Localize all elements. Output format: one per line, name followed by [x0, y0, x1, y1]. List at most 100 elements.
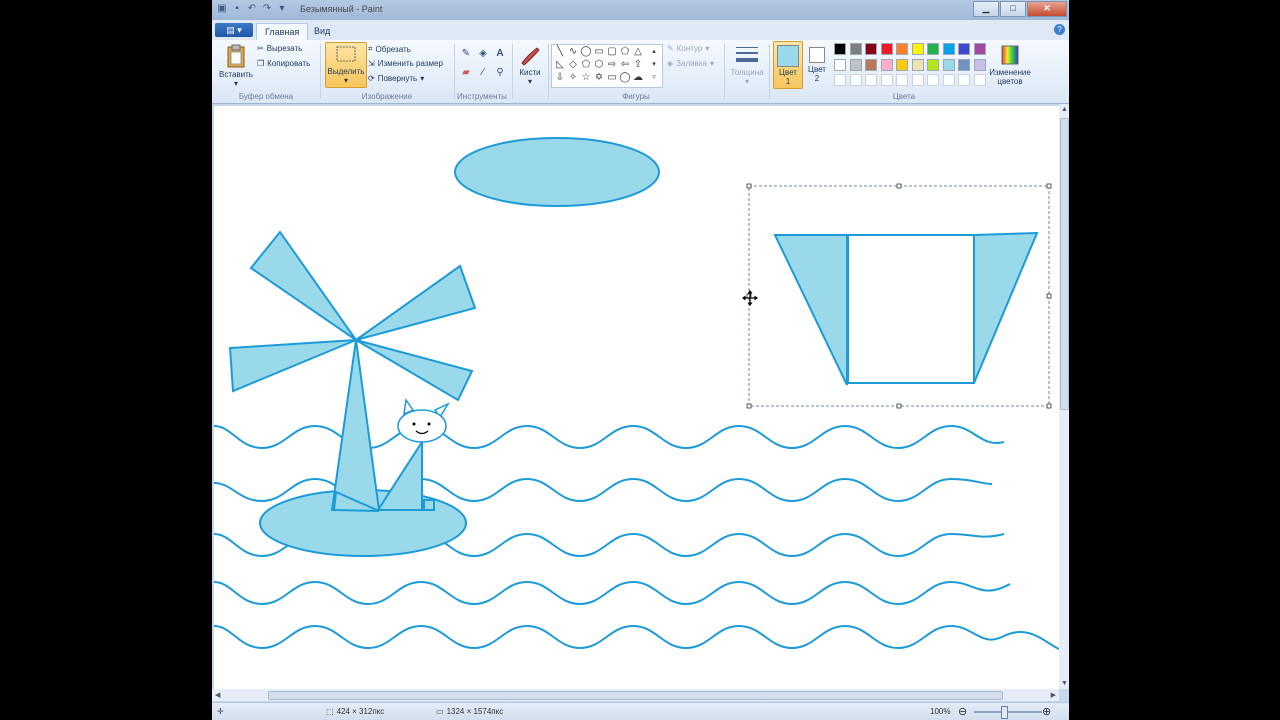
arrow-down-shape-icon[interactable]: ⇩: [554, 72, 566, 84]
rectangle-shape-icon[interactable]: ▭: [593, 46, 605, 58]
palette-swatch[interactable]: [911, 74, 924, 86]
color1-button[interactable]: Цвет 1: [773, 41, 803, 89]
palette-swatch[interactable]: [849, 43, 862, 55]
palette-swatch[interactable]: [896, 43, 908, 55]
scroll-right-arrow-icon[interactable]: ▶: [1051, 691, 1056, 699]
size-button[interactable]: Толщина ▾: [728, 44, 766, 86]
rotate-button[interactable]: ⟳ Повернуть ▾: [368, 74, 424, 83]
palette-swatch[interactable]: [911, 43, 924, 55]
palette-swatch[interactable]: [973, 43, 986, 55]
palette-swatch[interactable]: [942, 43, 955, 55]
copy-button[interactable]: ❐ Копировать: [257, 59, 310, 68]
palette-swatch[interactable]: [958, 43, 970, 55]
rounded-rectangle-shape-icon[interactable]: ▢: [606, 46, 618, 58]
outline-button[interactable]: ✎ Контур ▾: [667, 44, 709, 53]
palette-swatch[interactable]: [834, 43, 846, 55]
palette-swatch[interactable]: [865, 58, 877, 71]
star6-shape-icon[interactable]: ✡: [593, 72, 605, 84]
cloud-shape-icon[interactable]: ☁: [632, 72, 644, 84]
tab-view[interactable]: Вид: [306, 23, 338, 40]
hexagon-shape-icon[interactable]: ⬡: [593, 59, 605, 71]
pentagon-shape-icon[interactable]: ⬠: [580, 59, 592, 71]
palette-swatch[interactable]: [927, 74, 939, 86]
zoom-in-icon[interactable]: ⊕: [1042, 705, 1051, 718]
triangle-shape-icon[interactable]: △: [632, 46, 644, 58]
palette-swatch[interactable]: [942, 58, 955, 71]
palette-swatch[interactable]: [896, 74, 908, 86]
palette-swatch[interactable]: [958, 74, 970, 86]
brushes-button[interactable]: Кисти ▾: [515, 44, 545, 86]
arrow-up-shape-icon[interactable]: ⇧: [632, 59, 644, 71]
palette-swatch[interactable]: [973, 58, 986, 71]
resize-button[interactable]: ⇲ Изменить размер: [368, 59, 443, 68]
vertical-scrollbar[interactable]: ▲ ▼: [1059, 104, 1069, 689]
palette-swatch[interactable]: [911, 58, 924, 71]
scroll-down-arrow-icon[interactable]: ▼: [1061, 680, 1068, 687]
customize-icon[interactable]: ▾: [276, 3, 288, 15]
fill-bucket-icon[interactable]: ◈: [476, 47, 490, 61]
pencil-icon[interactable]: ✎: [459, 47, 473, 61]
palette-swatch[interactable]: [849, 74, 862, 86]
palette-swatch[interactable]: [880, 74, 893, 86]
horizontal-scroll-thumb[interactable]: [268, 691, 1003, 700]
paint-app-icon[interactable]: ▣: [216, 3, 228, 15]
help-icon[interactable]: ?: [1054, 24, 1065, 35]
arrow-right-shape-icon[interactable]: ⇨: [606, 59, 618, 71]
callout-oval-shape-icon[interactable]: ◯: [619, 72, 631, 84]
select-button[interactable]: Выделить ▾: [325, 42, 367, 88]
zoom-out-icon[interactable]: ⊖: [958, 705, 967, 718]
resize-handle[interactable]: [896, 183, 902, 189]
palette-swatch[interactable]: [973, 74, 986, 86]
save-icon[interactable]: ▪: [231, 3, 243, 15]
scroll-down-icon[interactable]: ▾: [648, 59, 660, 71]
magnifier-icon[interactable]: ⚲: [493, 66, 507, 80]
drawing-canvas[interactable]: [213, 106, 1059, 689]
palette-swatch[interactable]: [834, 74, 846, 86]
palette-swatch[interactable]: [927, 58, 939, 71]
undo-icon[interactable]: ↶: [246, 3, 258, 15]
fill-button[interactable]: ◈ Заливка ▾: [667, 59, 714, 68]
right-triangle-shape-icon[interactable]: ◺: [554, 59, 566, 71]
resize-handle[interactable]: [1046, 403, 1052, 409]
palette-swatch[interactable]: [927, 43, 939, 55]
horizontal-scrollbar[interactable]: ◀ ▶: [212, 689, 1059, 701]
palette-swatch[interactable]: [880, 58, 893, 71]
scroll-left-arrow-icon[interactable]: ◀: [215, 691, 220, 699]
vertical-scroll-thumb[interactable]: [1060, 118, 1069, 410]
star5-shape-icon[interactable]: ☆: [580, 72, 592, 84]
edit-colors-button[interactable]: Изменение цветов: [986, 44, 1034, 86]
callout-rect-shape-icon[interactable]: ▭: [606, 72, 618, 84]
polygon-shape-icon[interactable]: ⬠: [619, 46, 631, 58]
curve-shape-icon[interactable]: ∿: [567, 46, 579, 58]
star4-shape-icon[interactable]: ✧: [567, 72, 579, 84]
resize-handle[interactable]: [746, 403, 752, 409]
crop-button[interactable]: ⌗ Обрезать: [368, 44, 411, 54]
diamond-shape-icon[interactable]: ◇: [567, 59, 579, 71]
oval-shape-icon[interactable]: ◯: [580, 46, 592, 58]
resize-handle[interactable]: [896, 403, 902, 409]
palette-swatch[interactable]: [958, 58, 970, 71]
palette-swatch[interactable]: [849, 58, 862, 71]
tab-home[interactable]: Главная: [256, 23, 309, 41]
paste-button[interactable]: Вставить ▾: [218, 44, 254, 88]
scroll-up-arrow-icon[interactable]: ▲: [1061, 106, 1068, 113]
palette-swatch[interactable]: [896, 58, 908, 71]
color2-button[interactable]: Цвет 2: [804, 41, 830, 87]
close-button[interactable]: ✕: [1027, 1, 1067, 17]
palette-swatch[interactable]: [834, 58, 846, 71]
scroll-up-icon[interactable]: ▴: [648, 46, 660, 58]
resize-handle[interactable]: [1046, 293, 1052, 299]
resize-handle[interactable]: [1046, 183, 1052, 189]
eraser-icon[interactable]: ▰: [459, 66, 473, 80]
line-shape-icon[interactable]: ╲: [554, 46, 566, 58]
arrow-left-shape-icon[interactable]: ⇦: [619, 59, 631, 71]
zoom-slider[interactable]: [974, 711, 1042, 713]
minimize-button[interactable]: ▁: [973, 1, 999, 17]
expand-gallery-icon[interactable]: ▿: [648, 72, 660, 84]
palette-swatch[interactable]: [865, 74, 877, 86]
zoom-slider-thumb[interactable]: [1001, 706, 1008, 719]
palette-swatch[interactable]: [880, 43, 893, 55]
text-icon[interactable]: A: [493, 47, 507, 61]
maximize-button[interactable]: □: [1000, 1, 1026, 17]
file-menu-button[interactable]: ▤ ▾: [215, 23, 253, 37]
